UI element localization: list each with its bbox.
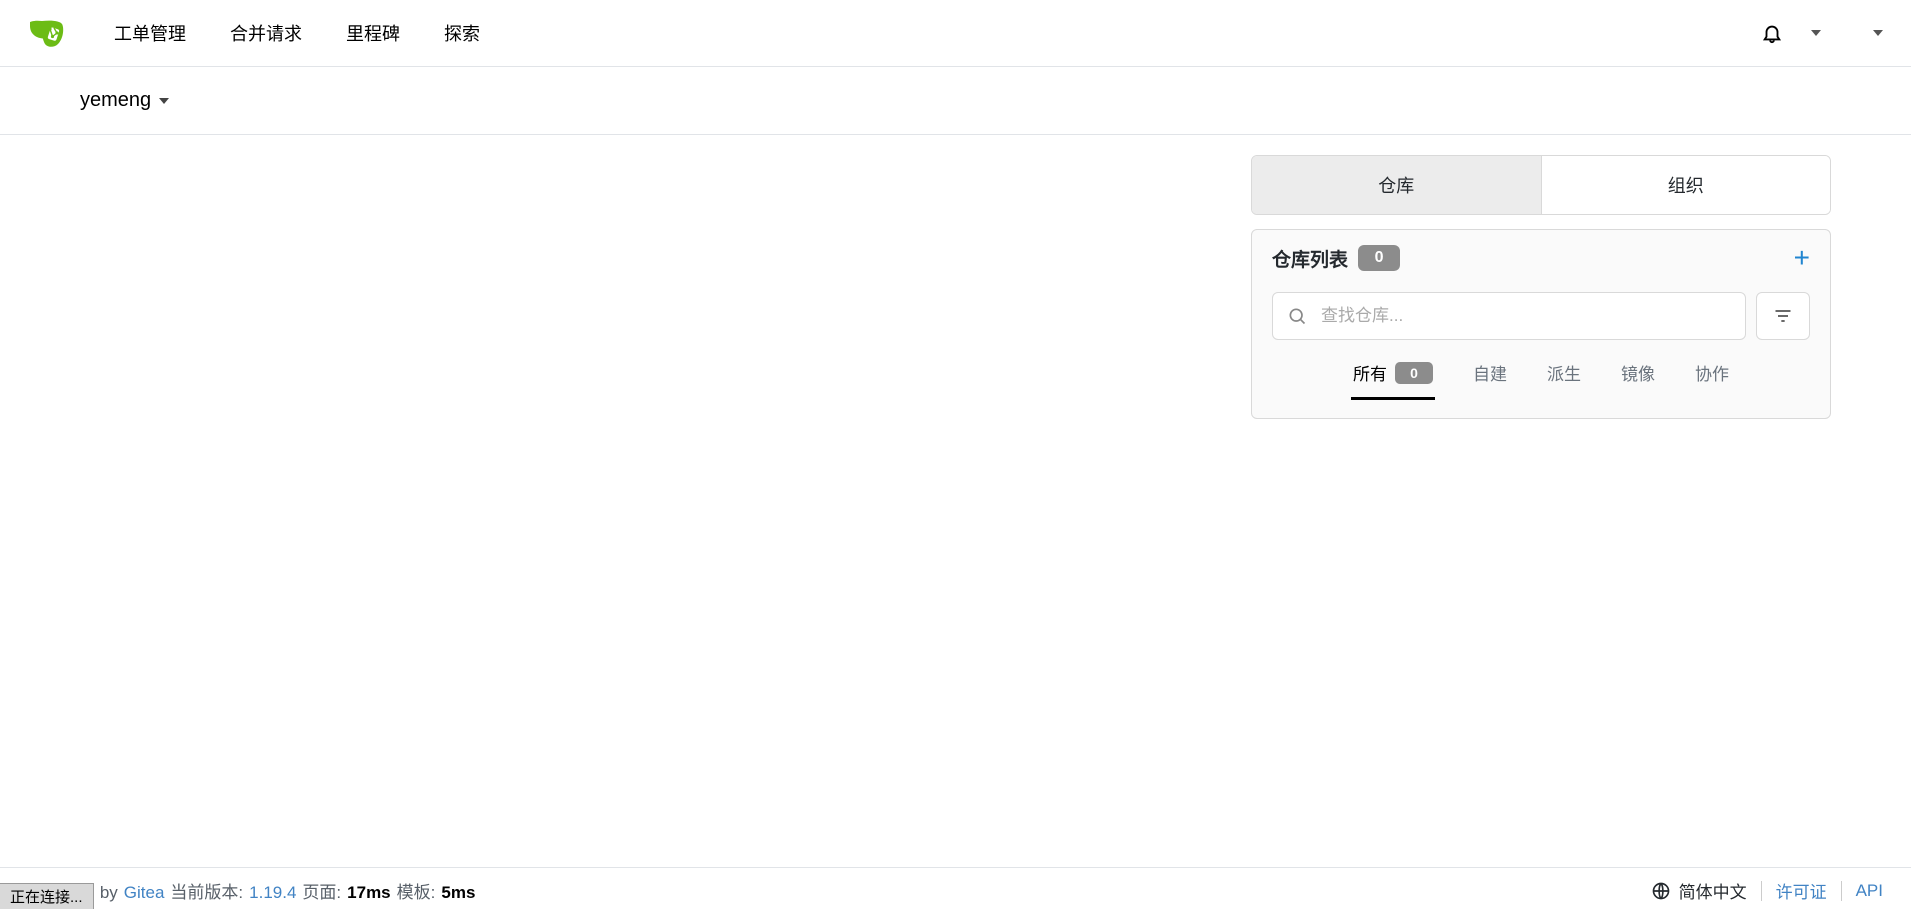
filter-all-count: 0	[1395, 362, 1433, 384]
repo-panel: 仓库列表 0 + 所有 0	[1251, 229, 1831, 419]
browser-status: 正在连接...	[0, 883, 94, 909]
footer-page-time: 17ms	[347, 883, 390, 903]
repo-search[interactable]	[1272, 292, 1746, 340]
caret-down-icon	[1811, 30, 1821, 36]
context-username: yemeng	[80, 89, 151, 112]
footer-template-time: 5ms	[441, 883, 475, 903]
gitea-logo[interactable]	[28, 18, 64, 48]
user-menu[interactable]	[1843, 30, 1883, 36]
filter-self[interactable]: 自建	[1471, 352, 1509, 400]
filter-icon	[1773, 306, 1793, 326]
side-tabs: 仓库 组织	[1251, 155, 1831, 215]
nav-milestones[interactable]: 里程碑	[324, 20, 422, 46]
repo-search-input[interactable]	[1319, 305, 1731, 327]
footer-left: Powered by Gitea 当前版本: 1.19.4 页面: 17ms 模…	[28, 878, 475, 903]
tab-orgs[interactable]: 组织	[1541, 156, 1831, 214]
footer-version-link[interactable]: 1.19.4	[249, 883, 296, 903]
create-menu[interactable]	[1805, 30, 1821, 36]
search-icon	[1287, 306, 1307, 326]
footer-api-link[interactable]: API	[1856, 881, 1883, 901]
bell-icon	[1761, 22, 1783, 44]
caret-down-icon	[1873, 30, 1883, 36]
new-repo-button[interactable]: +	[1794, 244, 1810, 272]
language-switcher[interactable]: 简体中文	[1651, 878, 1747, 903]
repo-panel-title: 仓库列表	[1272, 245, 1348, 272]
context-user-switcher[interactable]: yemeng	[80, 89, 169, 112]
caret-down-icon	[159, 98, 169, 104]
filter-mirror[interactable]: 镜像	[1619, 352, 1657, 400]
footer-license-link[interactable]: 许可证	[1776, 878, 1827, 903]
nav-issues[interactable]: 工单管理	[92, 20, 208, 46]
filter-fork[interactable]: 派生	[1545, 352, 1583, 400]
globe-icon	[1651, 881, 1671, 901]
notifications-button[interactable]	[1761, 22, 1783, 44]
repo-count-badge: 0	[1358, 245, 1400, 271]
filter-all[interactable]: 所有 0	[1351, 352, 1435, 400]
repo-filter-button[interactable]	[1756, 292, 1810, 340]
footer-gitea-link[interactable]: Gitea	[124, 883, 165, 903]
nav-explore[interactable]: 探索	[422, 20, 502, 46]
nav-pulls[interactable]: 合并请求	[208, 20, 324, 46]
tab-repos[interactable]: 仓库	[1252, 156, 1541, 214]
filter-collab[interactable]: 协作	[1693, 352, 1731, 400]
